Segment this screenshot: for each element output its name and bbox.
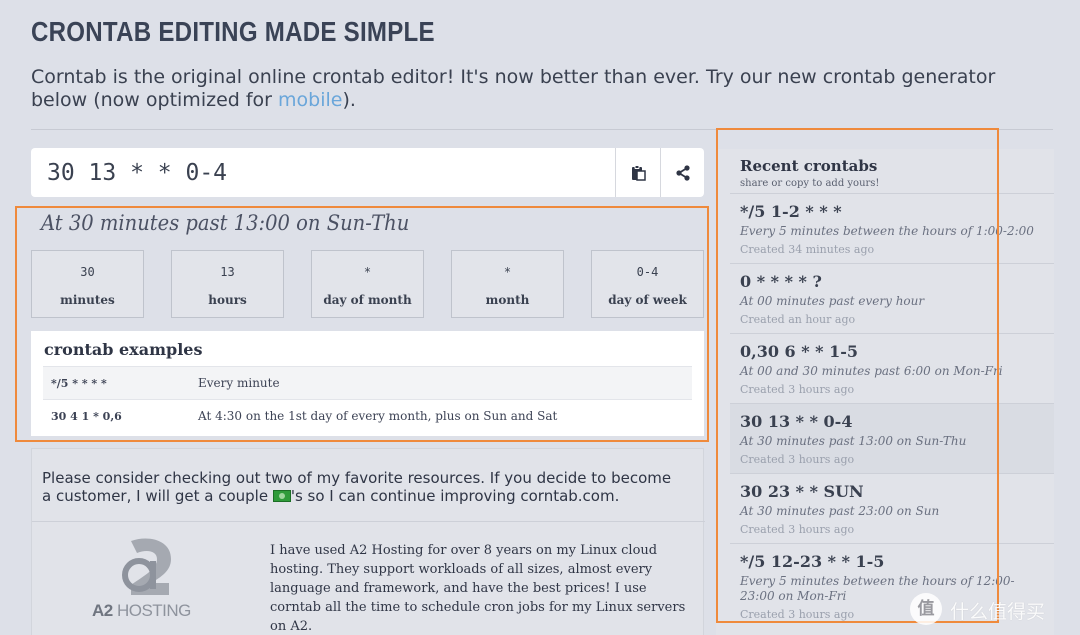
resources-divider — [32, 521, 705, 522]
a2-description: I have used A2 Hosting for over 8 years … — [270, 543, 686, 634]
a2-hosting-logo[interactable]: A2 HOSTING — [92, 537, 207, 627]
share-icon — [675, 164, 690, 181]
cron-expression-input[interactable] — [31, 148, 615, 197]
resources-panel: Please consider checking out two of my f… — [31, 448, 705, 635]
clipboard-icon — [631, 164, 646, 181]
highlight-box-editor — [15, 206, 709, 442]
a2-logo-text: A2 HOSTING — [92, 601, 191, 620]
intro-text: Corntab is the original online crontab e… — [31, 66, 996, 111]
mobile-link[interactable]: mobile — [278, 89, 342, 111]
a2-logo-mark — [122, 538, 171, 595]
resources-message: Please consider checking out two of my f… — [42, 469, 672, 505]
highlight-box-recent — [716, 128, 999, 623]
cron-expression-bar — [31, 148, 704, 197]
copy-button[interactable] — [615, 148, 659, 197]
watermark-logo-icon: 值 — [910, 593, 942, 625]
money-icon — [272, 490, 291, 502]
watermark-text: 什么值得买 — [950, 601, 1046, 623]
site-watermark: 值 什么值得买 — [908, 590, 1078, 630]
share-button[interactable] — [660, 148, 704, 197]
page-title: CRONTAB EDITING MADE SIMPLE — [31, 16, 435, 47]
